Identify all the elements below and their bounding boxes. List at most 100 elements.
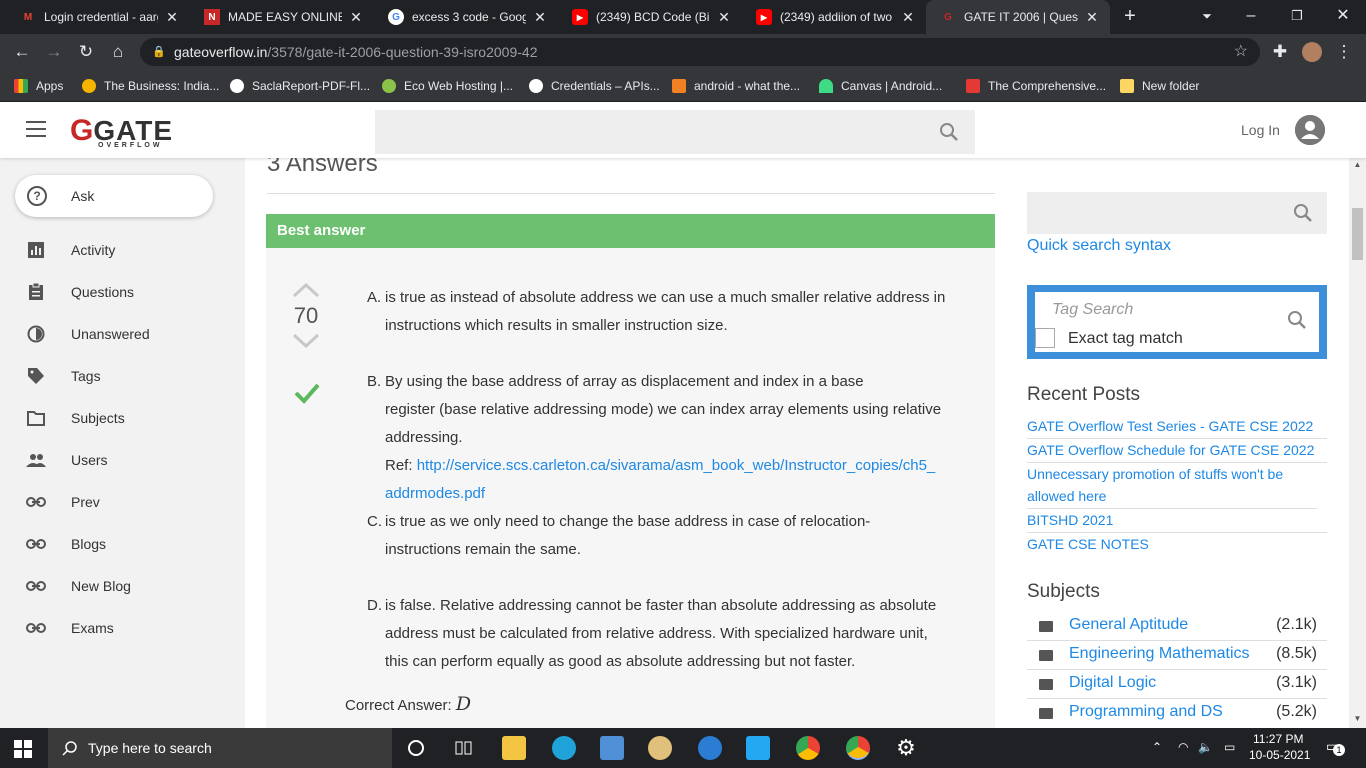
clock-time[interactable]: 11:27 PM [1253, 732, 1303, 746]
bookmark-saclareport[interactable]: SaclaReport-PDF-Fl... [230, 77, 370, 95]
gate-overflow-logo[interactable]: G GATE OVERFLOW [70, 112, 173, 150]
cortana-icon[interactable] [404, 736, 428, 760]
recent-post-link[interactable]: GATE CSE NOTES [1027, 533, 1327, 556]
battery-icon[interactable]: ▭ [1224, 740, 1235, 754]
recent-post-link[interactable]: GATE Overflow Test Series - GATE CSE 202… [1027, 415, 1327, 439]
sidebar-item-activity[interactable]: Activity [0, 229, 245, 271]
ask-button[interactable]: ? Ask [15, 175, 213, 217]
tab-4[interactable]: ▶ (2349) BCD Code (Bina ✕ [558, 0, 742, 34]
bookmark-ecoweb[interactable]: Eco Web Hosting |... [382, 77, 513, 95]
page-scrollbar[interactable]: ▲ ▼ [1349, 158, 1366, 728]
subject-row[interactable]: General Aptitude (2.1k) [1027, 612, 1327, 641]
bookmark-apps[interactable]: Apps [14, 77, 63, 95]
menu-icon[interactable]: ⋮ [1332, 40, 1356, 64]
word-icon[interactable] [698, 736, 722, 760]
reload-button[interactable]: ↻ [74, 40, 98, 64]
task-view-icon[interactable] [452, 736, 476, 760]
downvote-arrow-icon[interactable] [293, 334, 319, 348]
right-search-input[interactable] [1027, 192, 1327, 234]
volume-icon[interactable]: 🔈 [1198, 740, 1213, 754]
sidebar-item-tags[interactable]: Tags [0, 355, 245, 397]
subject-name[interactable]: Programming and DS [1069, 703, 1223, 721]
new-tab-button[interactable]: + [1118, 4, 1142, 28]
extensions-icon[interactable]: ✚ [1268, 40, 1292, 64]
tray-chevron-icon[interactable]: ⌃ [1152, 740, 1162, 754]
sidebar-item-unanswered[interactable]: Unanswered [0, 313, 245, 355]
back-button[interactable]: ← [10, 40, 34, 64]
reference-link[interactable]: http://service.scs.carleton.ca/sivarama/… [417, 457, 936, 474]
bookmark-star-icon[interactable]: ☆ [1234, 38, 1248, 66]
maximize-button[interactable]: ❐ [1274, 0, 1320, 34]
profile-avatar[interactable] [1300, 40, 1324, 64]
home-button[interactable]: ⌂ [106, 40, 130, 64]
close-window-button[interactable]: ✕ [1320, 0, 1366, 34]
scrollbar-thumb[interactable] [1352, 208, 1363, 260]
recent-post-link[interactable]: Unnecessary promotion of stuffs won't be… [1027, 463, 1317, 509]
tab-3[interactable]: G excess 3 code - Googl ✕ [374, 0, 558, 34]
minimize-button[interactable]: – [1228, 0, 1274, 34]
subject-row[interactable]: Programming and DS (5.2k) [1027, 699, 1327, 728]
hamburger-menu-icon[interactable] [26, 121, 46, 137]
exact-tag-checkbox[interactable] [1035, 328, 1055, 348]
chrome-icon[interactable] [796, 736, 820, 760]
taskbar-search-input[interactable]: Type here to search [48, 728, 392, 768]
tab-2[interactable]: N MADE EASY ONLINE T ✕ [190, 0, 374, 34]
sidebar-item-new-blog[interactable]: New Blog [0, 565, 245, 607]
bookmark-credentials[interactable]: Credentials – APIs... [529, 77, 660, 95]
tab-1[interactable]: M Login credential - aarg ✕ [6, 0, 190, 34]
network-icon[interactable]: ◠ [1178, 740, 1188, 754]
tab-5[interactable]: ▶ (2349) addiion of two ✕ [742, 0, 926, 34]
sidebar-item-prev[interactable]: Prev [0, 481, 245, 523]
site-search-input[interactable] [375, 110, 975, 154]
windows-start-icon[interactable] [14, 740, 32, 758]
scroll-up-arrow-icon[interactable]: ▲ [1349, 160, 1366, 169]
address-bar[interactable]: 🔒 gateoverflow.in/3578/gate-it-2006-ques… [140, 38, 1260, 66]
search-icon[interactable] [1287, 310, 1307, 330]
subject-name[interactable]: Engineering Mathematics [1069, 645, 1250, 663]
bookmark-business[interactable]: The Business: India... [82, 77, 219, 95]
sidebar-item-users[interactable]: Users [0, 439, 245, 481]
search-icon[interactable] [1293, 203, 1313, 223]
settings-gear-icon[interactable]: ⚙ [894, 736, 918, 760]
file-explorer-icon[interactable] [502, 736, 526, 760]
subject-row[interactable]: Engineering Mathematics (8.5k) [1027, 641, 1327, 670]
subject-name[interactable]: General Aptitude [1069, 616, 1188, 634]
clock-date[interactable]: 10-05-2021 [1249, 748, 1310, 762]
close-tab-icon[interactable]: ✕ [1084, 9, 1100, 26]
chrome-gateoverflow-icon[interactable] [846, 736, 870, 760]
close-tab-icon[interactable]: ✕ [716, 9, 732, 26]
sidebar-item-blogs[interactable]: Blogs [0, 523, 245, 565]
sidebar-item-exams[interactable]: Exams [0, 607, 245, 649]
search-icon[interactable] [939, 122, 959, 142]
reference-link-cont[interactable]: addrmodes.pdf [385, 485, 485, 502]
sidebar-item-questions[interactable]: Questions [0, 271, 245, 313]
edge-icon[interactable] [552, 736, 576, 760]
close-tab-icon[interactable]: ✕ [348, 9, 364, 26]
bookmark-android[interactable]: android - what the... [672, 77, 800, 95]
user-avatar-icon[interactable] [1295, 115, 1325, 145]
tab-6-active[interactable]: G GATE IT 2006 | Questio ✕ [926, 0, 1110, 34]
scroll-down-arrow-icon[interactable]: ▼ [1349, 714, 1366, 723]
quick-search-syntax-link[interactable]: Quick search syntax [1027, 237, 1171, 255]
tab-search-button[interactable]: ⏷ [1184, 0, 1230, 34]
close-tab-icon[interactable]: ✕ [532, 9, 548, 26]
subject-row[interactable]: Digital Logic (3.1k) [1027, 670, 1327, 699]
vscode-icon[interactable] [746, 736, 770, 760]
forward-button[interactable]: → [42, 40, 66, 64]
login-link[interactable]: Log In [1241, 122, 1280, 138]
upvote-arrow-icon[interactable] [293, 283, 319, 297]
sidebar-item-subjects[interactable]: Subjects [0, 397, 245, 439]
recent-post-link[interactable]: GATE Overflow Schedule for GATE CSE 2022 [1027, 439, 1327, 463]
notification-icon[interactable]: ▭ 1 [1326, 738, 1345, 756]
bookmark-comprehensive[interactable]: The Comprehensive... [966, 77, 1106, 95]
correct-answer-value: D [455, 693, 472, 715]
store-icon[interactable] [600, 736, 624, 760]
close-tab-icon[interactable]: ✕ [164, 9, 180, 26]
recent-post-link[interactable]: BITSHD 2021 [1027, 509, 1327, 533]
close-tab-icon[interactable]: ✕ [900, 9, 916, 26]
subject-name[interactable]: Digital Logic [1069, 674, 1156, 692]
tag-search-field[interactable]: Tag Search Exact tag match [1035, 292, 1319, 352]
bookmark-new-folder[interactable]: New folder [1120, 77, 1199, 95]
bookmark-canvas[interactable]: Canvas | Android... [819, 77, 942, 95]
paint-icon[interactable] [648, 736, 672, 760]
